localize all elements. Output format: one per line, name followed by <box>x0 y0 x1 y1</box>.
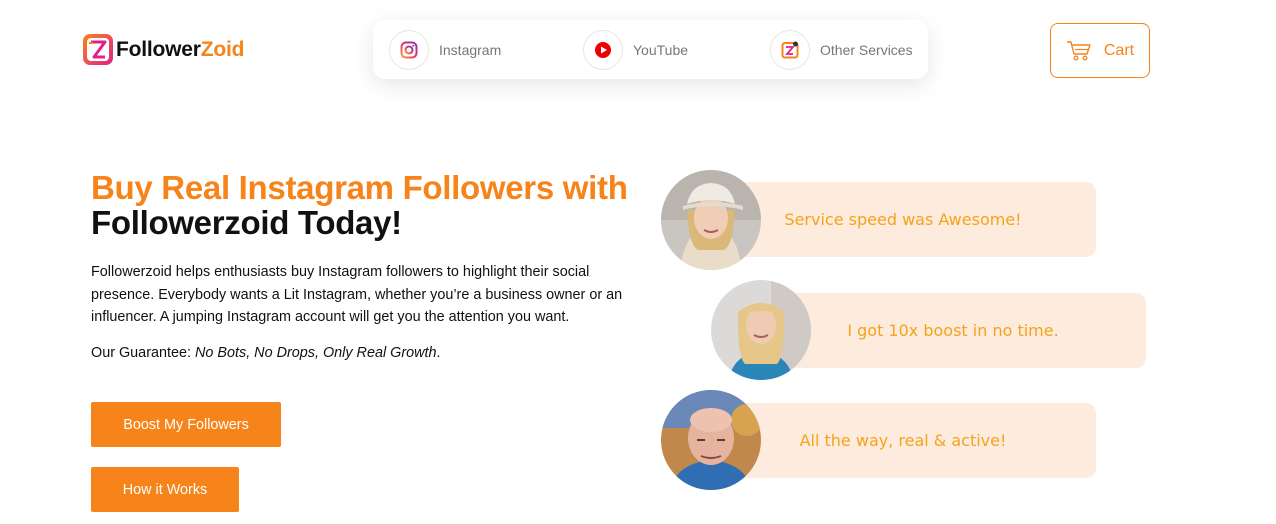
brand-name-part2: Zoid <box>200 37 245 61</box>
hero-title: Buy Real Instagram Followers with Follow… <box>91 170 628 240</box>
services-nav: Instagram YouTube Other Services <box>373 20 928 79</box>
hero-title-line2: Followerzoid Today! <box>91 204 402 241</box>
review-bubble: All the way, real & active! <box>710 403 1096 478</box>
cart-button[interactable]: Cart <box>1050 23 1150 78</box>
guarantee-text: No Bots, No Drops, Only Real Growth <box>195 345 437 361</box>
brand-name-part1: Follower <box>116 37 201 61</box>
how-it-works-button[interactable]: How it Works <box>91 467 239 512</box>
review-text: All the way, real & active! <box>799 431 1007 450</box>
nav-item-youtube[interactable]: YouTube <box>583 30 688 70</box>
followerzoid-logo-icon <box>83 34 113 65</box>
boost-my-followers-button[interactable]: Boost My Followers <box>91 402 281 447</box>
guarantee-line: Our Guarantee: No Bots, No Drops, Only R… <box>91 345 441 361</box>
site-header: FollowerZoid Instagram YouTube Other Ser… <box>0 0 1276 100</box>
brand-logo[interactable]: FollowerZoid <box>82 33 244 66</box>
nav-item-label: Instagram <box>439 42 502 58</box>
cart-label: Cart <box>1103 41 1135 59</box>
guarantee-prefix: Our Guarantee: <box>91 345 195 361</box>
brand-name: FollowerZoid <box>116 38 244 62</box>
nav-item-other-services[interactable]: Other Services <box>770 30 913 70</box>
guarantee-suffix: . <box>436 345 441 361</box>
reviewer-avatar <box>711 280 811 380</box>
review-bubble: I got 10x boost in no time. <box>760 293 1146 368</box>
review-bubble: Service speed was Awesome! <box>710 182 1096 257</box>
review-text: Service speed was Awesome! <box>784 210 1022 229</box>
hero-description: Followerzoid helps enthusiasts buy Insta… <box>91 264 623 325</box>
cart-icon <box>1066 40 1091 60</box>
nav-item-instagram[interactable]: Instagram <box>389 30 501 70</box>
youtube-icon <box>583 30 623 70</box>
nav-item-label: YouTube <box>633 42 689 58</box>
nav-item-label: Other Services <box>820 42 913 58</box>
review-text: I got 10x boost in no time. <box>847 321 1059 340</box>
other-services-icon <box>770 30 810 70</box>
reviewer-avatar <box>661 390 761 490</box>
instagram-icon <box>389 30 429 70</box>
reviewer-avatar <box>661 170 761 270</box>
hero-title-line1: Buy Real Instagram Followers with <box>91 169 628 206</box>
